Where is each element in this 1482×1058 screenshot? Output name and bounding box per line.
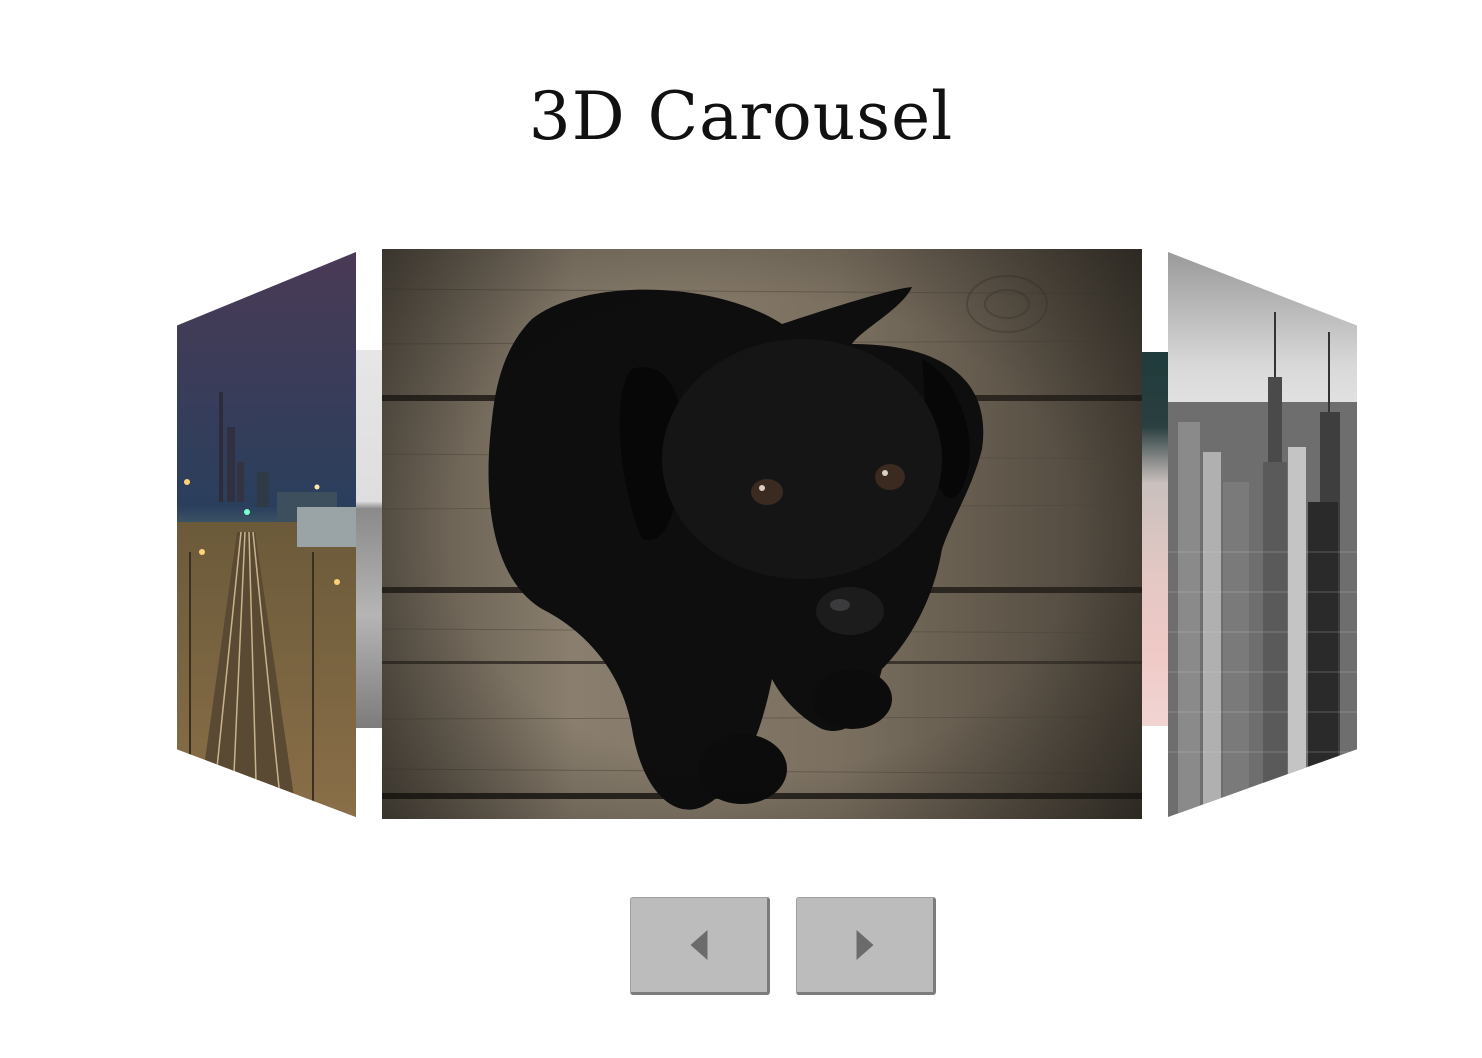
caret-left-icon xyxy=(690,930,708,960)
caret-right-icon xyxy=(856,930,874,960)
carousel-slide-back-right xyxy=(1142,352,1168,726)
puppy-image xyxy=(382,249,1142,819)
railway-image xyxy=(177,252,356,817)
carousel-slide-back-left xyxy=(355,350,382,728)
prev-button[interactable] xyxy=(630,897,770,995)
carousel-slide-center[interactable] xyxy=(382,249,1142,819)
page-title: 3D Carousel xyxy=(528,78,954,155)
carousel-slide-right[interactable] xyxy=(1168,252,1357,817)
carousel-slide-left[interactable] xyxy=(177,252,356,817)
next-button[interactable] xyxy=(796,897,936,995)
skyline-image xyxy=(1168,252,1357,817)
